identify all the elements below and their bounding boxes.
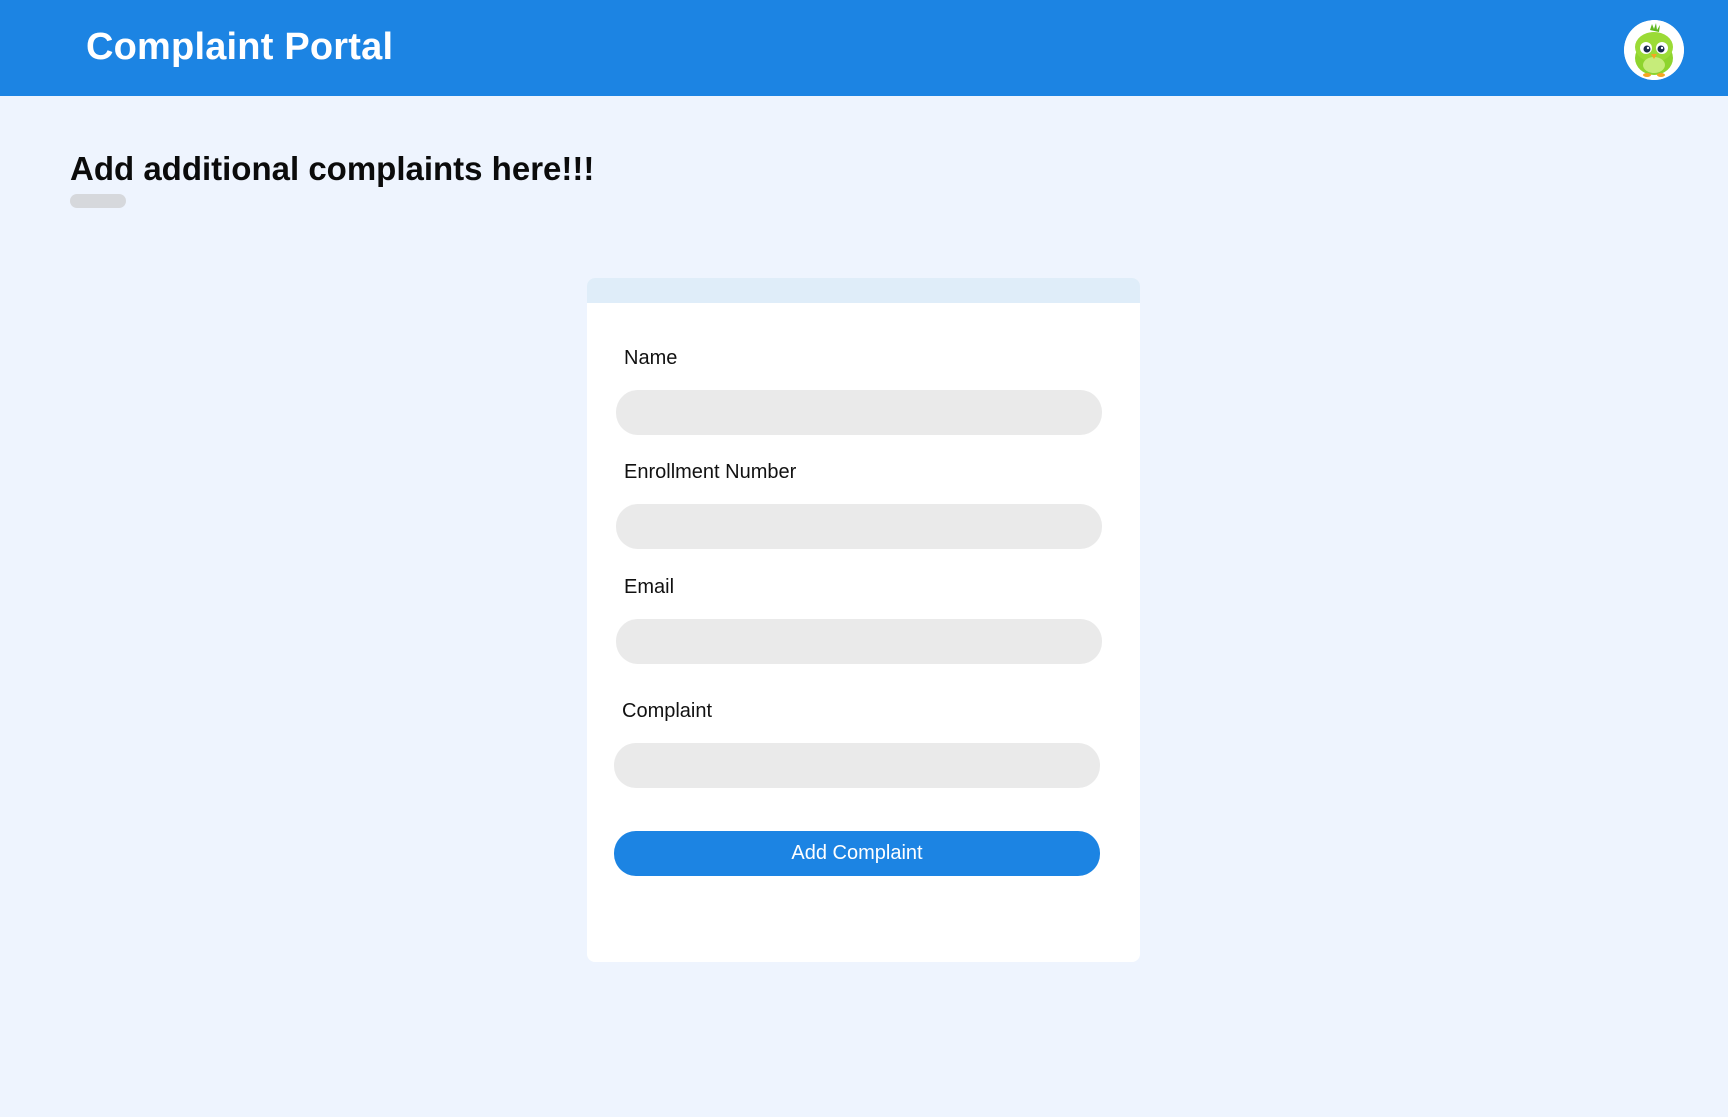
enrollment-number-label: Enrollment Number <box>624 461 797 483</box>
complaint-field[interactable] <box>614 743 1100 788</box>
heading-underline-divider <box>70 194 126 208</box>
complaint-form-card: Name Enrollment Number Email Complaint A… <box>587 278 1140 962</box>
email-label: Email <box>624 576 675 598</box>
complaint-label: Complaint <box>622 700 713 722</box>
card-header-strip <box>587 278 1140 303</box>
parrot-mascot-avatar-icon <box>1624 20 1684 80</box>
page-title: Add additional complaints here!!! <box>70 150 595 187</box>
name-label: Name <box>624 347 678 369</box>
top-header-bar: Complaint Portal <box>0 0 1728 96</box>
name-field[interactable] <box>616 390 1102 435</box>
add-complaint-button[interactable]: Add Complaint <box>614 831 1100 876</box>
app-title: Complaint Portal <box>86 26 394 68</box>
email-field[interactable] <box>616 619 1102 664</box>
enrollment-number-field[interactable] <box>616 504 1102 549</box>
avatar[interactable] <box>1624 20 1684 80</box>
